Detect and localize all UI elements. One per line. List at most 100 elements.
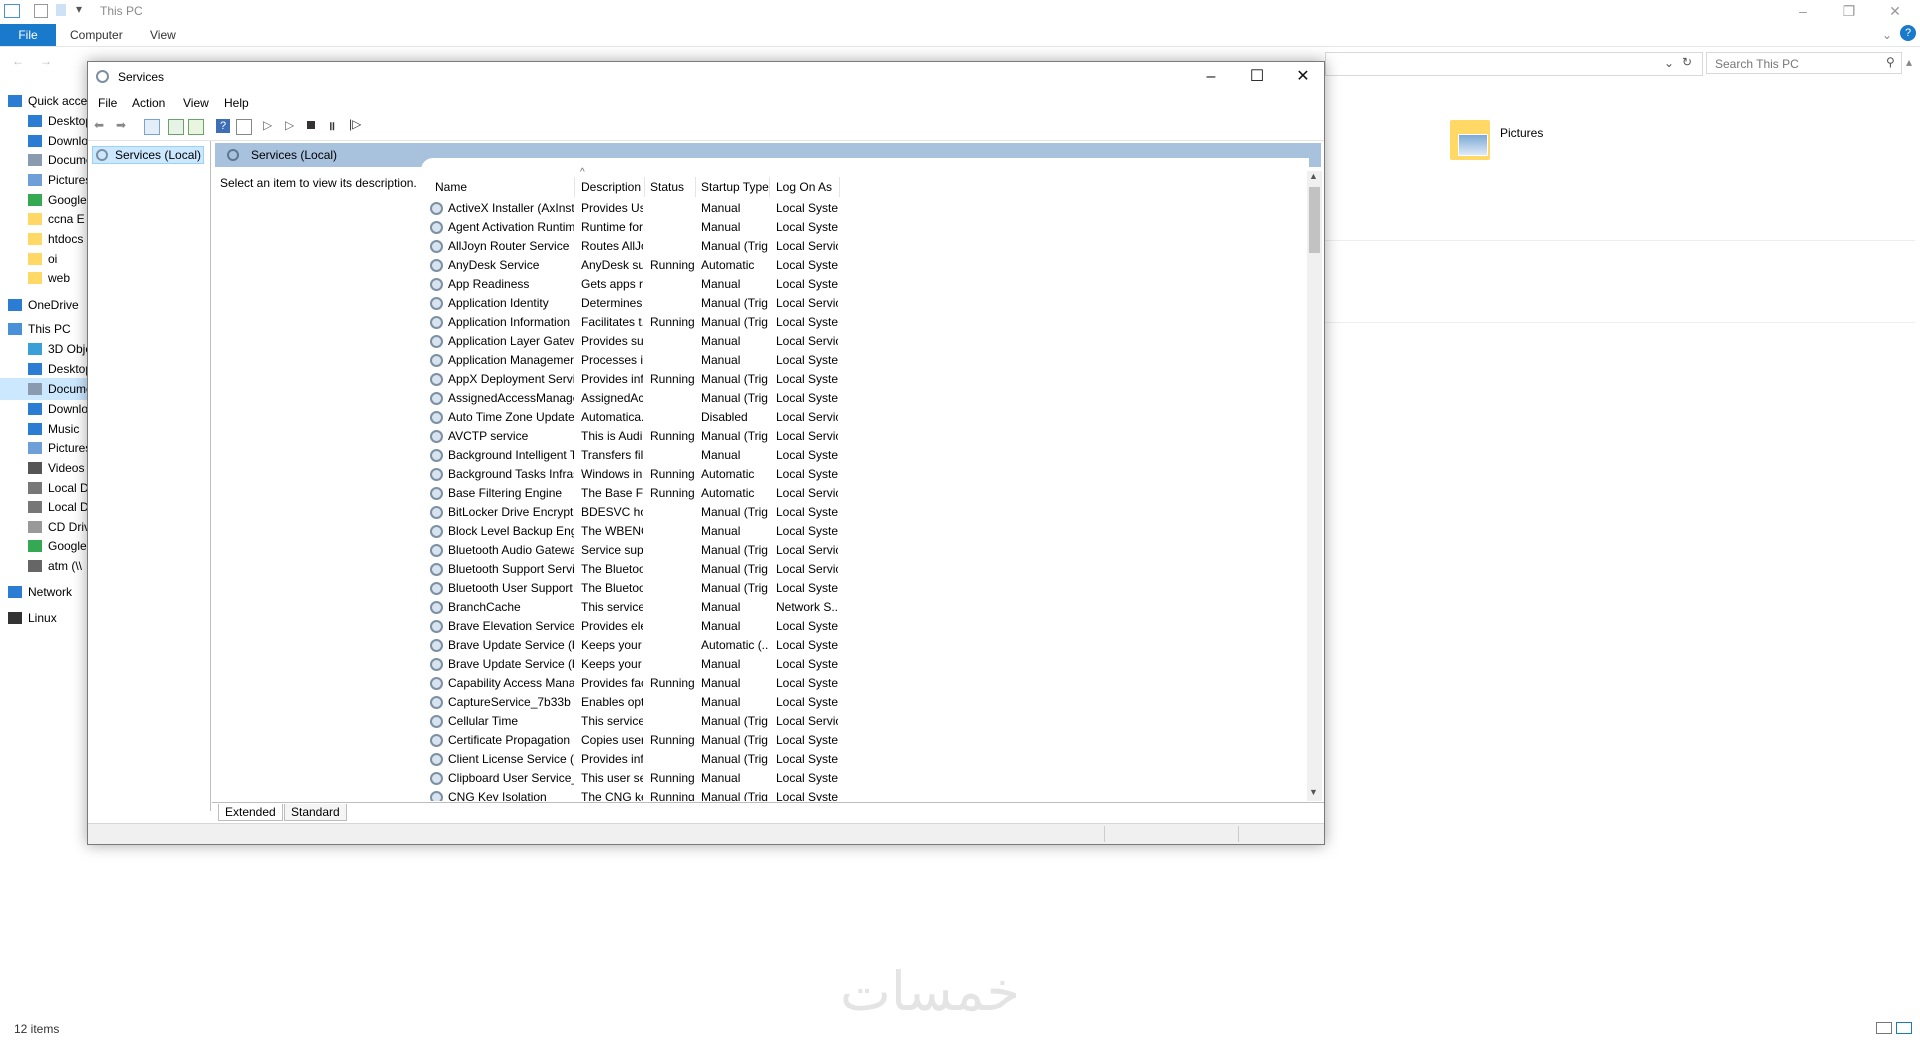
service-row[interactable]: Certificate Propagation Copies user ... Ru… [428, 731, 1148, 750]
service-row[interactable]: Brave Update Service (brave... Keeps your… [428, 655, 1148, 674]
service-row[interactable]: BitLocker Drive Encryption ... BDESVC hos… [428, 503, 1148, 522]
nav-item[interactable]: web [28, 267, 70, 289]
help-icon[interactable]: ? [1900, 25, 1916, 41]
search-icon[interactable]: ⚲ [1886, 55, 1895, 69]
service-row[interactable]: AssignedAccessManager Se... AssignedAc...… [428, 389, 1148, 408]
column-separator[interactable] [695, 177, 696, 197]
services-minimize-button[interactable]: – [1188, 62, 1234, 92]
column-header-status[interactable]: Status [650, 177, 684, 197]
large-icons-view-icon[interactable] [1896, 1022, 1912, 1034]
column-header-description[interactable]: Description [581, 177, 641, 197]
service-row[interactable]: Bluetooth Support Service The Bluetoo... M… [428, 560, 1148, 579]
service-row[interactable]: CNG Key Isolation The CNG ke... Running Man… [428, 788, 1148, 801]
menu-action[interactable]: Action [132, 96, 165, 110]
service-row[interactable]: Auto Time Zone Updater Automatica... Disab… [428, 408, 1148, 427]
column-separator[interactable] [644, 177, 645, 197]
minimize-button[interactable]: – [1780, 0, 1826, 24]
start-service-alt-icon[interactable]: ▷ [285, 118, 294, 132]
details-view-icon[interactable] [1876, 1022, 1892, 1034]
new-folder-icon[interactable] [56, 4, 66, 16]
nav-item[interactable]: Quick access [8, 90, 88, 112]
refresh-icon[interactable]: ↻ [1682, 55, 1692, 69]
tab-computer[interactable]: Computer [70, 24, 123, 46]
stop-service-icon[interactable] [307, 121, 315, 129]
service-row[interactable]: Client License Service (ClipS... Provides… [428, 750, 1148, 769]
ribbon-expand-icon[interactable]: ⌄ [1882, 28, 1892, 42]
scroll-up-arrow-icon[interactable]: ▲ [1309, 171, 1318, 181]
service-row[interactable]: Agent Activation Runtime_... Runtime for.… [428, 218, 1148, 237]
service-row[interactable]: Base Filtering Engine The Base Fil... Runn… [428, 484, 1148, 503]
service-row[interactable]: Clipboard User Service_7b33b This user se… [428, 769, 1148, 788]
nav-item[interactable]: Linux [8, 607, 57, 629]
nav-item[interactable]: Local Disk [28, 496, 88, 518]
service-row[interactable]: ActiveX Installer (AxInstSV) Provides Us.… [428, 199, 1148, 218]
nav-item[interactable]: ccna E [28, 208, 85, 230]
scroll-up-icon[interactable]: ▴ [1906, 55, 1912, 69]
services-list[interactable]: ^ Name Description Status Startup Type L… [428, 167, 1308, 801]
tree-item-services-local[interactable]: Services (Local) [92, 146, 204, 164]
service-row[interactable]: AnyDesk Service AnyDesk su... Running Autom… [428, 256, 1148, 275]
nav-item[interactable]: 3D Objects [28, 338, 88, 360]
nav-item[interactable]: atm (\\ [28, 555, 82, 577]
restore-button[interactable]: ❐ [1826, 0, 1872, 24]
service-row[interactable]: AVCTP service This is Audi... Running Manua… [428, 427, 1148, 446]
show-hide-console-tree-icon[interactable] [144, 119, 160, 135]
start-service-icon[interactable]: ▷ [263, 118, 272, 132]
column-separator[interactable] [769, 177, 770, 197]
service-row[interactable]: AllJoyn Router Service Routes AllJo... Man… [428, 237, 1148, 256]
nav-item[interactable]: htdocs [28, 228, 83, 250]
service-row[interactable]: Block Level Backup Engine ... The WBENG..… [428, 522, 1148, 541]
address-dropdown-icon[interactable]: ⌄ [1664, 56, 1674, 70]
service-row[interactable]: Background Intelligent Tran... Transfers … [428, 446, 1148, 465]
scroll-down-arrow-icon[interactable]: ▼ [1309, 787, 1318, 797]
properties-icon[interactable] [34, 4, 48, 18]
nav-item[interactable]: Downloads [28, 398, 88, 420]
service-row[interactable]: Brave Elevation Service (Bra... Provides … [428, 617, 1148, 636]
properties-pane-icon[interactable] [236, 119, 252, 135]
service-row[interactable]: AppX Deployment Service (... Provides inf… [428, 370, 1148, 389]
search-input[interactable]: Search This PC [1706, 52, 1902, 74]
pictures-folder-tile[interactable] [1450, 120, 1490, 160]
help-topic-icon[interactable]: ? [216, 119, 230, 133]
forward-arrow-icon[interactable]: → [40, 54, 52, 68]
address-bar[interactable]: ⌄ ↻ [1325, 52, 1703, 76]
menu-view[interactable]: View [183, 96, 209, 110]
service-row[interactable]: CaptureService_7b33b Enables opti... Manua… [428, 693, 1148, 712]
vertical-scrollbar[interactable]: ▲ ▼ [1307, 171, 1322, 801]
export-list-icon[interactable] [188, 119, 204, 135]
menu-help[interactable]: Help [224, 96, 249, 110]
back-icon[interactable]: ⬅ [94, 118, 108, 132]
nav-item[interactable]: Pictures [28, 169, 88, 191]
services-close-button[interactable]: ✕ [1280, 62, 1326, 92]
refresh-list-icon[interactable] [168, 119, 184, 135]
service-row[interactable]: Application Management Processes in... Man… [428, 351, 1148, 370]
nav-item[interactable]: Documents [28, 378, 88, 400]
column-header-log-on-as[interactable]: Log On As [776, 177, 832, 197]
tab-file[interactable]: File [0, 24, 56, 46]
column-header-name[interactable]: Name [435, 177, 467, 197]
service-row[interactable]: Application Layer Gateway ... Provides su… [428, 332, 1148, 351]
service-row[interactable]: Bluetooth User Support Ser... The Bluetoo… [428, 579, 1148, 598]
service-row[interactable]: BranchCache This service ... Manual Network… [428, 598, 1148, 617]
nav-item[interactable]: This PC [8, 318, 71, 340]
menu-file[interactable]: File [98, 96, 117, 110]
scrollbar-thumb[interactable] [1309, 187, 1320, 253]
navigation-pane[interactable]: Quick access Desktop Downloads Documents Pic… [0, 90, 88, 990]
column-header-startup-type[interactable]: Startup Type [701, 177, 769, 197]
tab-standard[interactable]: Standard [284, 804, 347, 821]
service-row[interactable]: Application Identity Determines ... Manual… [428, 294, 1148, 313]
nav-item[interactable]: Desktop [28, 358, 88, 380]
service-row[interactable]: Background Tasks Infrastruc... Windows in… [428, 465, 1148, 484]
nav-item[interactable]: Documents [28, 149, 88, 171]
nav-item[interactable]: Google Drive [28, 535, 88, 557]
restart-service-icon[interactable]: |▷ [349, 117, 361, 131]
services-maximize-button[interactable]: ☐ [1234, 62, 1280, 92]
forward-icon[interactable]: ➡ [116, 118, 130, 132]
service-row[interactable]: Capability Access Manager ... Provides fa… [428, 674, 1148, 693]
tab-view[interactable]: View [150, 24, 176, 46]
close-button[interactable]: ✕ [1872, 0, 1918, 24]
column-separator[interactable] [839, 177, 840, 197]
nav-item[interactable]: Network [8, 581, 72, 603]
service-row[interactable]: App Readiness Gets apps re... Manual Local … [428, 275, 1148, 294]
back-arrow-icon[interactable]: ← [12, 54, 24, 68]
